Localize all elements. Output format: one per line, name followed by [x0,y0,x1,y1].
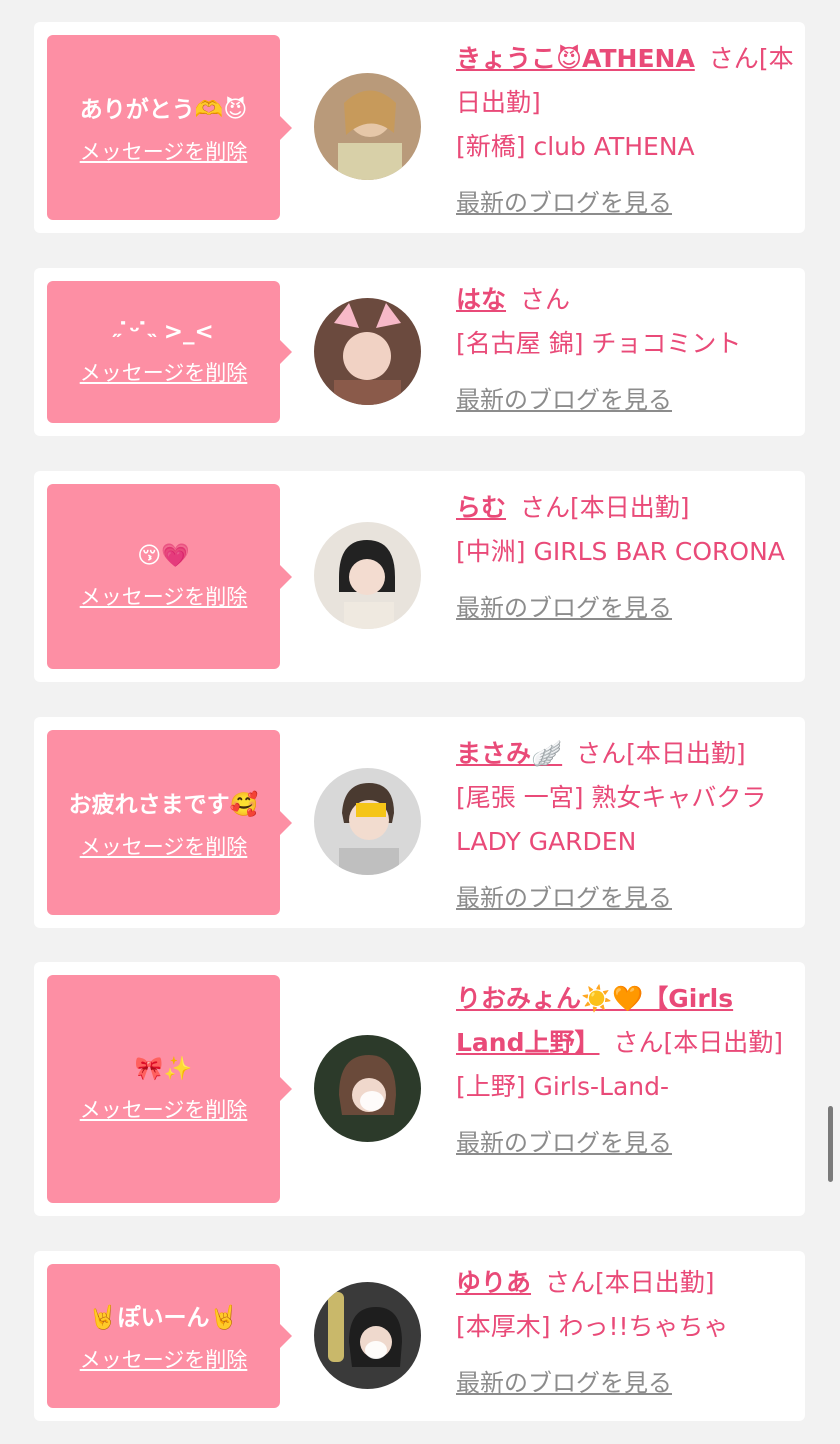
latest-blog-link[interactable]: 最新のブログを見る [456,181,796,225]
delete-message-link[interactable]: メッセージを削除 [80,357,248,387]
avatar[interactable] [314,768,421,875]
cast-info: りおみょん☀️🧡【Girls Land上野】 さん[本日出勤] [上野] Girl… [456,977,796,1165]
status-badge: [本日出勤] [626,739,746,768]
cast-info: ゆりあ さん[本日出勤] [本厚木] わっ!!ちゃちゃ 最新のブログを見る [456,1261,796,1405]
shop-name: [上野] Girls-Land- [456,1072,670,1101]
shop-name: [本厚木] わっ!!ちゃちゃ [456,1312,729,1341]
cast-name-link[interactable]: きょうこ😈ATHENA [456,44,695,73]
message-text: ˶ ̇ᵕ ̇˵ >_< [113,318,214,345]
message-text: 😚💗 [137,543,190,569]
latest-blog-link[interactable]: 最新のブログを見る [456,1361,796,1405]
delete-message-link[interactable]: メッセージを削除 [80,1094,248,1124]
message-card: ˶ ̇ᵕ ̇˵ >_< メッセージを削除 はな さん [名古屋 錦] チョコミント… [34,268,805,436]
honorific: さん [520,285,571,314]
message-card: 😚💗 メッセージを削除 らむ さん[本日出勤] [中洲] GIRLS BAR CO… [34,471,805,682]
avatar[interactable] [314,522,421,629]
message-text: ありがとう🫶😈 [79,96,248,123]
delete-message-link[interactable]: メッセージを削除 [80,581,248,611]
message-card: ありがとう🫶😈 メッセージを削除 きょうこ😈ATHENA さん[本日出勤] [新橋… [34,22,805,233]
latest-blog-link[interactable]: 最新のブログを見る [456,876,796,920]
honorific: さん [613,1028,664,1057]
message-card: お疲れさまです🥰 メッセージを削除 まさみ🪽 さん[本日出勤] [尾張 一宮] 熟… [34,717,805,928]
message-bubble: お疲れさまです🥰 メッセージを削除 [47,730,292,915]
avatar[interactable] [314,298,421,405]
latest-blog-link[interactable]: 最新のブログを見る [456,1121,796,1165]
honorific: さん [708,44,759,73]
cast-info: らむ さん[本日出勤] [中洲] GIRLS BAR CORONA 最新のブログを… [456,486,796,630]
delete-message-link[interactable]: メッセージを削除 [80,136,248,166]
scrollbar[interactable] [828,1106,833,1182]
shop-name: [新橋] club ATHENA [456,132,695,161]
avatar[interactable] [314,1035,421,1142]
latest-blog-link[interactable]: 最新のブログを見る [456,378,796,422]
status-badge: [本日出勤] [570,493,690,522]
cast-name-link[interactable]: まさみ🪽 [456,739,562,768]
message-bubble: 😚💗 メッセージを削除 [47,484,292,669]
honorific: さん [545,1268,596,1297]
message-card: 🤘ぽいーん🤘 メッセージを削除 ゆりあ さん[本日出勤] [本厚木] わっ!!ちゃ… [34,1251,805,1421]
message-text: 🤘ぽいーん🤘 [88,1305,239,1331]
cast-info: まさみ🪽 さん[本日出勤] [尾張 一宮] 熟女キャバクラ LADY GARDEN… [456,732,796,920]
cast-info: はな さん [名古屋 錦] チョコミント 最新のブログを見る [456,278,796,422]
avatar[interactable] [314,1282,421,1389]
honorific: さん [576,739,627,768]
shop-name: [中洲] GIRLS BAR CORONA [456,537,785,566]
message-bubble: 🤘ぽいーん🤘 メッセージを削除 [47,1264,292,1408]
delete-message-link[interactable]: メッセージを削除 [80,831,248,861]
delete-message-link[interactable]: メッセージを削除 [80,1344,248,1374]
cast-name-link[interactable]: ゆりあ [456,1268,531,1297]
message-bubble: ありがとう🫶😈 メッセージを削除 [47,35,292,220]
latest-blog-link[interactable]: 最新のブログを見る [456,586,796,630]
honorific: さん [520,493,571,522]
status-badge: [本日出勤] [595,1268,715,1297]
shop-name: [尾張 一宮] 熟女キャバクラ LADY GARDEN [456,783,767,856]
message-text: お疲れさまです🥰 [68,791,259,818]
message-bubble: ˶ ̇ᵕ ̇˵ >_< メッセージを削除 [47,281,292,423]
cast-name-link[interactable]: らむ [456,493,506,522]
message-card: 🎀✨ メッセージを削除 りおみょん☀️🧡【Girls Land上野】 さん[本日出… [34,962,805,1216]
cast-name-link[interactable]: はな [456,285,506,314]
cast-info: きょうこ😈ATHENA さん[本日出勤] [新橋] club ATHENA 最新の… [456,37,796,225]
avatar[interactable] [314,73,421,180]
message-text: 🎀✨ [134,1055,193,1082]
shop-name: [名古屋 錦] チョコミント [456,329,742,358]
message-bubble: 🎀✨ メッセージを削除 [47,975,292,1203]
status-badge: [本日出勤] [663,1028,784,1057]
